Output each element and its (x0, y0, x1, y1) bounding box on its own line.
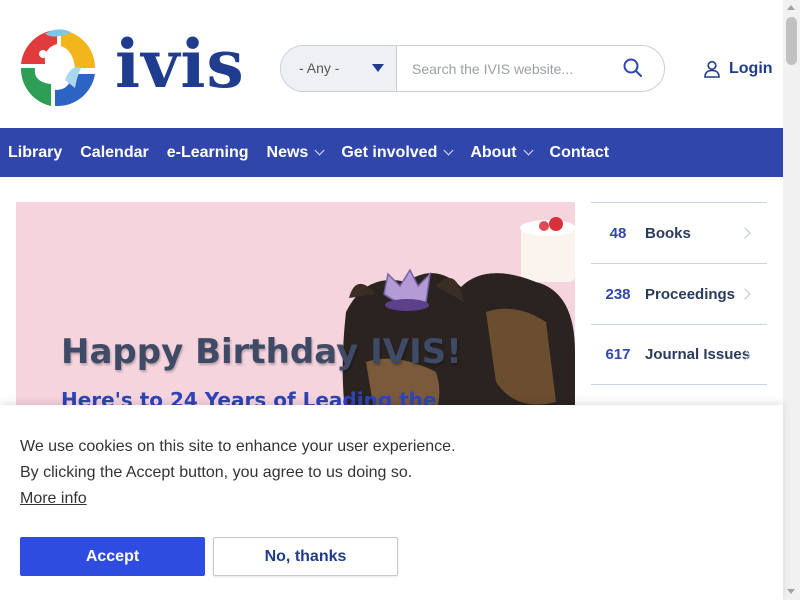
stat-journal-issues[interactable]: 617 Journal Issues (591, 324, 767, 385)
scroll-down-arrow-icon[interactable] (787, 589, 795, 594)
scrollbar-thumb[interactable] (786, 17, 797, 65)
nav-item-contact[interactable]: Contact (550, 128, 610, 177)
main-nav: Library Calendar e-Learning News Get inv… (0, 128, 783, 177)
library-stats: 48 Books 238 Proceedings 617 Journal Iss… (591, 202, 767, 385)
cookie-message-line-1: We use cookies on this site to enhance y… (20, 438, 456, 455)
nav-item-label: e-Learning (166, 143, 249, 161)
search-icon[interactable] (621, 56, 645, 80)
stat-label: Journal Issues (645, 346, 751, 363)
stat-label: Books (645, 224, 691, 242)
search-scope-value: - Any - (299, 60, 340, 76)
nav-item-label: News (266, 143, 309, 161)
scroll-up-arrow-icon[interactable] (787, 5, 795, 10)
chevron-down-icon (523, 145, 533, 156)
more-info-link[interactable]: More info (20, 490, 87, 508)
nav-item-label: About (470, 143, 517, 161)
nav-item-label: Get involved (341, 143, 438, 161)
logo-animals-icon (17, 28, 97, 108)
nav-item-about[interactable]: About (470, 128, 533, 177)
chevron-right-icon (739, 288, 751, 300)
stat-count: 238 (605, 285, 631, 303)
stat-label: Proceedings (645, 285, 736, 303)
chevron-down-icon (314, 145, 325, 156)
nav-item-label: Contact (549, 143, 610, 161)
nav-item-label: Calendar (80, 143, 149, 161)
nav-item-calendar[interactable]: Calendar (80, 128, 148, 177)
search-scope-select[interactable]: - Any - (281, 46, 397, 91)
stat-proceedings[interactable]: 238 Proceedings (591, 263, 767, 324)
decline-button[interactable]: No, thanks (213, 537, 398, 576)
stat-count: 48 (609, 224, 627, 242)
site-header: ivis - Any - Login (0, 0, 783, 128)
search-input[interactable] (397, 46, 617, 91)
site-logo[interactable]: ivis (15, 24, 250, 108)
login-label: Login (729, 60, 773, 77)
nav-item-library[interactable]: Library (8, 128, 62, 177)
nav-item-news[interactable]: News (266, 128, 325, 177)
user-icon (704, 60, 720, 78)
page-scrollbar[interactable] (783, 0, 800, 600)
stat-books[interactable]: 48 Books (591, 202, 767, 263)
nav-item-label: Library (8, 143, 63, 161)
nav-item-elearning[interactable]: e-Learning (167, 128, 249, 177)
cookie-banner: We use cookies on this site to enhance y… (0, 405, 783, 600)
logo-wordmark: ivis (115, 25, 245, 103)
stat-count: 617 (605, 346, 631, 363)
login-link[interactable]: Login (703, 57, 773, 81)
chevron-right-icon (739, 227, 751, 239)
caret-down-icon (372, 64, 384, 72)
search-form: - Any - (280, 45, 665, 92)
accept-button[interactable]: Accept (20, 537, 205, 576)
cookie-message-line-2: By clicking the Accept button, you agree… (20, 464, 413, 481)
chevron-down-icon (443, 145, 454, 156)
nav-item-get-involved[interactable]: Get involved (341, 128, 454, 177)
hero-title: Happy Birthday IVIS! (61, 332, 462, 372)
